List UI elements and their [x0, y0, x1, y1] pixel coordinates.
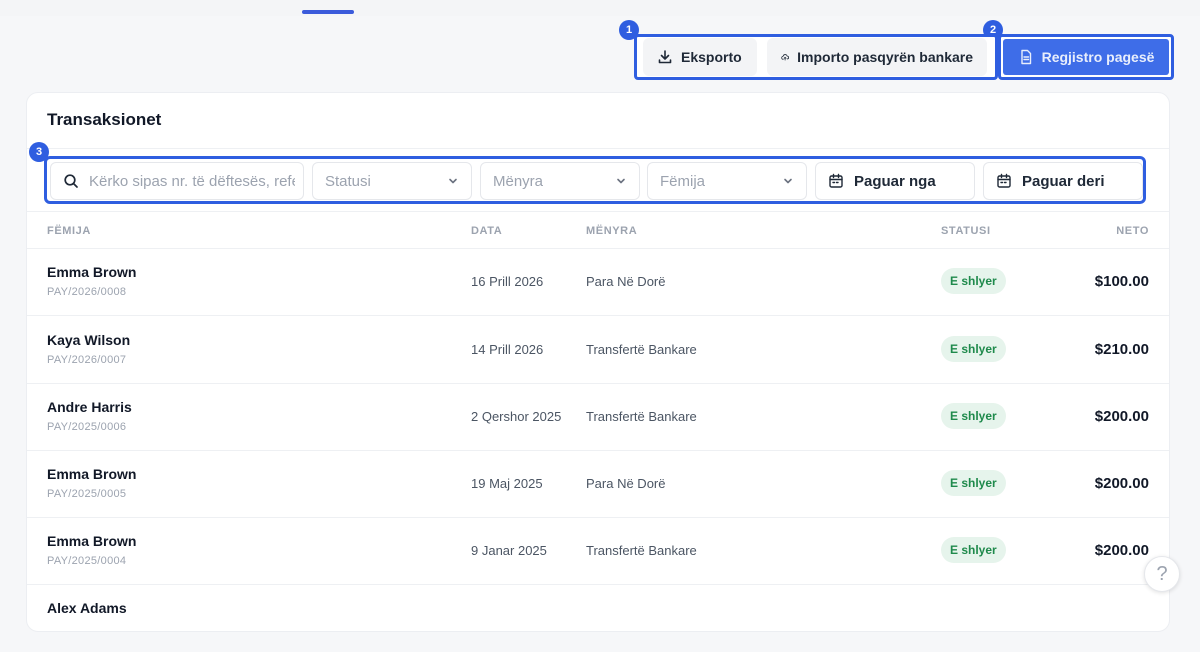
calendar-icon	[829, 173, 843, 188]
status-badge: E shlyer	[941, 403, 1006, 429]
row-net-amount: $200.00	[1094, 542, 1149, 559]
row-child-name: Emma Brown	[47, 533, 137, 549]
row-reference: PAY/2025/0005	[47, 488, 127, 500]
row-net-amount: $210.00	[1094, 341, 1149, 358]
cloud-upload-icon	[781, 54, 789, 61]
column-header-date[interactable]: DATA	[471, 225, 502, 237]
row-reference: PAY/2025/0004	[47, 555, 127, 567]
child-select[interactable]: Fëmija	[647, 162, 807, 200]
row-method: Para Në Dorë	[586, 274, 666, 289]
row-date: 19 Maj 2025	[471, 476, 543, 491]
row-method: Transfertë Bankare	[586, 342, 697, 357]
transactions-card: Transaksionet 3 Statusi Mënyra Fëmija Pa…	[26, 92, 1170, 632]
status-badge: E shlyer	[941, 336, 1006, 362]
row-reference: PAY/2025/0006	[47, 421, 127, 433]
status-select-placeholder: Statusi	[325, 172, 371, 190]
search-input[interactable]	[89, 172, 295, 190]
row-date: 16 Prill 2026	[471, 274, 544, 289]
download-icon	[658, 50, 672, 64]
table-row[interactable]: Emma Brown PAY/2026/0008 16 Prill 2026 P…	[27, 249, 1169, 316]
top-tabs-bar	[0, 0, 1200, 16]
table-row[interactable]: Emma Brown PAY/2025/0004 9 Janar 2025 Tr…	[27, 518, 1169, 585]
row-date: 2 Qershor 2025	[471, 409, 562, 424]
status-select[interactable]: Statusi	[312, 162, 472, 200]
row-method: Transfertë Bankare	[586, 543, 697, 558]
active-tab-indicator	[302, 10, 354, 14]
status-badge: E shlyer	[941, 268, 1006, 294]
column-header-method[interactable]: MËNYRA	[586, 225, 637, 237]
row-method: Para Në Dorë	[586, 476, 666, 491]
row-child-name: Kaya Wilson	[47, 332, 131, 348]
register-payment-button[interactable]: Regjistro pagesë	[1003, 39, 1169, 75]
row-net-amount: $200.00	[1094, 408, 1149, 425]
row-child-name: Emma Brown	[47, 466, 137, 482]
row-net-amount: $200.00	[1094, 475, 1149, 492]
method-select-placeholder: Mënyra	[493, 172, 544, 190]
row-net-amount: $100.00	[1094, 273, 1149, 290]
column-header-net[interactable]: NETO	[1116, 225, 1149, 237]
calendar-icon	[997, 173, 1011, 188]
table-row[interactable]: Andre Harris PAY/2025/0006 2 Qershor 202…	[27, 384, 1169, 451]
paid-to-date-picker[interactable]: Paguar deri	[983, 162, 1143, 200]
status-badge: E shlyer	[941, 470, 1006, 496]
table-row[interactable]: Alex Adams	[27, 585, 1169, 652]
register-payment-wrapper: Regjistro pagesë	[998, 34, 1174, 80]
help-icon: ?	[1156, 562, 1168, 585]
export-button[interactable]: Eksporto	[643, 38, 757, 76]
paid-from-date-picker[interactable]: Paguar nga	[815, 162, 975, 200]
import-bank-statement-button[interactable]: Importo pasqyrën bankare	[767, 38, 987, 76]
row-child-name: Andre Harris	[47, 399, 132, 415]
export-label: Eksporto	[681, 49, 742, 65]
import-label: Importo pasqyrën bankare	[797, 49, 973, 65]
card-divider	[27, 148, 1169, 149]
secondary-actions-group: Eksporto Importo pasqyrën bankare	[634, 34, 998, 80]
table-row[interactable]: Emma Brown PAY/2025/0005 19 Maj 2025 Par…	[27, 451, 1169, 518]
paid-from-label: Paguar nga	[854, 172, 936, 190]
method-select[interactable]: Mënyra	[480, 162, 640, 200]
help-button[interactable]: ?	[1144, 556, 1180, 592]
row-reference: PAY/2026/0008	[47, 286, 127, 298]
table-header: FËMIJA DATA MËNYRA STATUSI NETO	[27, 211, 1169, 249]
chevron-down-icon	[449, 178, 457, 184]
filters-bar: Statusi Mënyra Fëmija Paguar nga Paguar …	[44, 156, 1146, 204]
column-header-status[interactable]: STATUSI	[941, 225, 991, 237]
chevron-down-icon	[784, 178, 792, 184]
search-field[interactable]	[50, 162, 304, 200]
search-icon	[64, 174, 78, 188]
register-payment-label: Regjistro pagesë	[1041, 49, 1155, 65]
row-child-name: Emma Brown	[47, 264, 137, 280]
document-icon	[1020, 49, 1031, 65]
status-badge: E shlyer	[941, 537, 1006, 563]
table-row[interactable]: Kaya Wilson PAY/2026/0007 14 Prill 2026 …	[27, 317, 1169, 384]
row-date: 14 Prill 2026	[471, 342, 544, 357]
paid-to-label: Paguar deri	[1022, 172, 1105, 190]
chevron-down-icon	[617, 178, 625, 184]
child-select-placeholder: Fëmija	[660, 172, 706, 190]
card-title: Transaksionet	[47, 110, 162, 129]
row-child-name: Alex Adams	[47, 600, 127, 616]
column-header-child[interactable]: FËMIJA	[47, 225, 91, 237]
row-method: Transfertë Bankare	[586, 409, 697, 424]
row-date: 9 Janar 2025	[471, 543, 547, 558]
row-reference: PAY/2026/0007	[47, 354, 127, 366]
